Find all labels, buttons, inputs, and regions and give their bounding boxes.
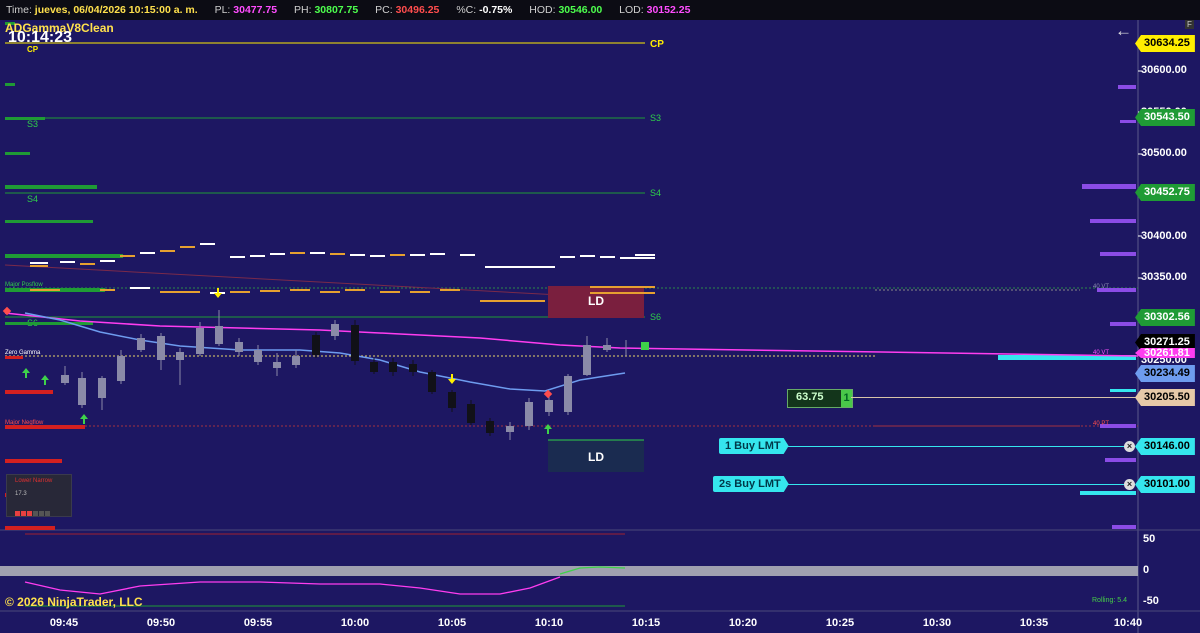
gamma-line [4, 312, 1139, 357]
lower-narrow-blocks [15, 503, 50, 521]
pctc-value: -0.75% [479, 4, 513, 16]
time-label-1005: 10:05 [437, 617, 467, 629]
price-label-30600: 30600.00 [1141, 64, 1187, 76]
price-tag-position: 30205.50 [1135, 389, 1195, 406]
price-label-30400: 30400.00 [1141, 230, 1187, 242]
price-label-30350: 30350.00 [1141, 271, 1187, 283]
time-label-0945: 09:45 [49, 617, 79, 629]
left-arrow-icon[interactable]: ← [1115, 21, 1132, 41]
vt-label-upper: 40 VT [1093, 284, 1109, 290]
hod-label: HOD: [529, 4, 556, 16]
time-label-1040: 10:40 [1113, 617, 1143, 629]
time-label-1000: 10:00 [340, 617, 370, 629]
time-label-1010: 10:10 [534, 617, 564, 629]
vwap-line [24, 312, 626, 392]
osc-label-neg50: -50 [1143, 595, 1159, 607]
cp-right-label: CP [650, 39, 664, 50]
position-marker-badge: 1 [841, 390, 852, 407]
price-tag-s6: 30302.56 [1135, 309, 1195, 326]
price-tag-s3: 30543.50 [1135, 109, 1195, 126]
right-volume-bars [998, 85, 1136, 529]
status-bar: Time: jueves, 06/04/2026 10:15:00 a. m. … [0, 0, 1200, 20]
lod-label: LOD: [619, 4, 644, 16]
pc-label: PC: [375, 4, 393, 16]
pl-value: 30477.75 [233, 4, 278, 16]
hod-value: 30546.00 [558, 4, 603, 16]
time-label-1030: 10:30 [922, 617, 952, 629]
time-value: jueves, 06/04/2026 10:15:00 a. m. [34, 4, 198, 16]
pt-label: 40 PT [1093, 421, 1109, 427]
position-marker[interactable]: 63.75 1 [787, 389, 853, 408]
price-tag-s4: 30452.75 [1135, 184, 1195, 201]
left-volume-bars [5, 22, 123, 530]
time-label-0950: 09:50 [146, 617, 176, 629]
position-marker-value: 63.75 [796, 391, 824, 403]
osc-label-50: 50 [1143, 533, 1156, 545]
pc-value: 30496.25 [395, 4, 440, 16]
ph-label: PH: [294, 4, 312, 16]
s4-right-label: S4 [650, 188, 661, 198]
pl-label: PL: [214, 4, 231, 16]
price-ticks [1138, 70, 1142, 279]
price-tag-order-1: 30146.00 [1135, 438, 1195, 455]
ld-label-lower: LD [588, 450, 604, 464]
s3-right-label: S3 [650, 113, 661, 123]
osc-pink-line [24, 576, 561, 595]
candles [61, 310, 649, 440]
ph-value: 30807.75 [314, 4, 359, 16]
copyright: © 2026 NinjaTrader, LLC [5, 595, 143, 609]
price-tag-vwap: 30234.49 [1135, 365, 1195, 382]
buy-limit-line-1 [785, 446, 1125, 447]
position-line [851, 397, 1138, 398]
zero-gamma-label: Zero Gamma [5, 350, 41, 356]
time-label-1015: 10:15 [631, 617, 661, 629]
buy-limit-order-1[interactable]: 1 Buy LMT [719, 438, 789, 454]
price-tag-gamma: 30261.81 [1135, 348, 1195, 358]
lod-value: 30152.25 [646, 4, 691, 16]
time-label: Time: [6, 4, 32, 16]
cancel-order-2[interactable]: × [1124, 479, 1135, 490]
cancel-order-1[interactable]: × [1124, 441, 1135, 452]
clock: 10:14:23 [8, 29, 73, 46]
s4-left-label: S4 [27, 194, 38, 204]
pctc-label: %C: [456, 4, 477, 16]
major-posflow-label: Major Posflow [5, 282, 43, 288]
rolling-value: Rolling: 5.4 [1092, 597, 1128, 604]
price-tag-cp: 30634.25 [1135, 35, 1195, 52]
time-label-1035: 10:35 [1019, 617, 1049, 629]
lower-narrow-panel: Lower Narrow 17.3 [6, 474, 72, 517]
ld-label-upper: LD [588, 294, 604, 308]
lower-narrow-title: Lower Narrow [15, 478, 53, 484]
buy-limit-line-2 [785, 484, 1125, 485]
buy-limit-order-2[interactable]: 2s Buy LMT [713, 476, 789, 492]
chart-canvas[interactable]: CP CP S3 S3 S4 S4 S6 S6 Major Posflow Ze… [0, 20, 1200, 633]
time-label-0955: 09:55 [243, 617, 273, 629]
f-button[interactable]: F [1185, 20, 1194, 29]
time-label-1020: 10:20 [728, 617, 758, 629]
price-tag-order-2: 30101.00 [1135, 476, 1195, 493]
price-label-30500: 30500.00 [1141, 147, 1187, 159]
osc-label-0: 0 [1143, 564, 1150, 576]
s6-right-label: S6 [650, 312, 661, 322]
time-label-1025: 10:25 [825, 617, 855, 629]
s3-left-label: S3 [27, 119, 38, 129]
lower-narrow-value: 17.3 [15, 491, 27, 497]
